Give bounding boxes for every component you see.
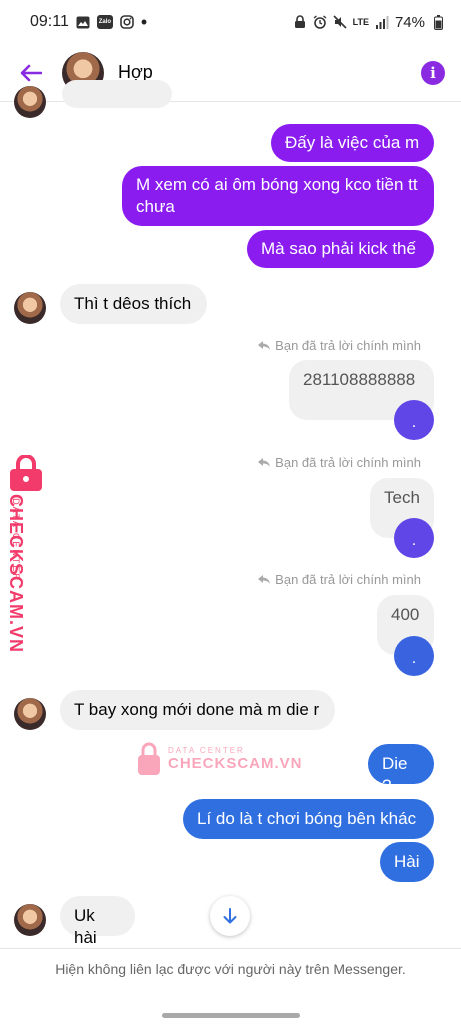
home-indicator[interactable] (162, 1013, 300, 1018)
mute-icon (333, 15, 347, 29)
reply-message[interactable]: . (394, 636, 434, 676)
contact-avatar-small (14, 86, 46, 118)
outgoing-message[interactable]: Hài (380, 842, 434, 882)
outgoing-message[interactable]: Đấy là việc của m (271, 124, 434, 162)
status-left: 09:11 Zalo • (30, 13, 147, 31)
zalo-icon: Zalo (96, 15, 113, 29)
reply-icon (258, 575, 271, 584)
reply-message[interactable]: . (394, 518, 434, 558)
unavailable-notice: Hiện không liên lạc được với người này t… (55, 961, 406, 977)
watermark-side: DATA CENTER CHECKSCAM.VN (4, 455, 48, 655)
network-type: LTE (352, 17, 369, 27)
lock-icon (293, 15, 307, 29)
outgoing-message[interactable]: M xem có ai ôm bóng xong kco tiền tt chư… (122, 166, 434, 226)
watermark-center-brand: CHECKSCAM.VN (168, 755, 303, 772)
reply-note: Bạn đã trả lời chính mình (257, 338, 421, 353)
watermark-lock-icon (138, 742, 160, 775)
info-icon: i (430, 63, 436, 82)
composer-disabled-notice: Hiện không liên lạc được với người này t… (0, 948, 461, 1024)
reply-note-text: Bạn đã trả lời chính mình (275, 572, 421, 587)
outgoing-message[interactable]: Die ? (368, 744, 434, 795)
outgoing-message[interactable]: Mà sao phải kick thế (247, 230, 434, 268)
watermark-center-text: DATA CENTER CHECKSCAM.VN (168, 746, 303, 772)
reply-note: Bạn đã trả lời chính mình (257, 572, 421, 587)
status-time: 09:11 (30, 13, 69, 30)
instagram-icon (120, 15, 134, 29)
watermark-center-sub: DATA CENTER (168, 746, 245, 755)
battery-icon (431, 14, 445, 30)
status-dot: • (140, 12, 148, 32)
contact-avatar-small (14, 904, 46, 936)
info-button[interactable]: i (421, 60, 445, 85)
watermark-brand: CHECKSCAM.VN (6, 493, 27, 654)
back-arrow-icon (20, 64, 42, 81)
reply-note-text: Bạn đã trả lời chính mình (275, 338, 421, 353)
scroll-to-bottom-button[interactable] (210, 896, 250, 936)
alarm-icon (313, 15, 327, 29)
reply-icon (258, 341, 271, 350)
status-right: LTE 74% (293, 14, 445, 31)
contact-avatar-small (14, 292, 46, 324)
outgoing-message[interactable]: Lí do là t chơi bóng bên khác (183, 799, 434, 839)
battery-percent: 74% (394, 13, 425, 31)
reply-icon (258, 458, 271, 467)
incoming-message[interactable]: T bay xong mới done mà m die r (60, 690, 335, 730)
contact-avatar-small (14, 698, 46, 730)
incoming-message[interactable]: Thì t dêos thích (60, 284, 207, 324)
reply-message[interactable]: . (394, 400, 434, 440)
reply-note: Bạn đã trả lời chính mình (257, 455, 421, 470)
incoming-message-partial[interactable] (62, 80, 172, 108)
status-bar: 09:11 Zalo • LTE 74% (0, 0, 461, 44)
signal-icon (375, 15, 389, 29)
incoming-message[interactable]: Uk hài (60, 896, 135, 947)
gallery-icon (76, 15, 90, 29)
watermark-lock-icon (10, 455, 42, 491)
watermark-center: DATA CENTER CHECKSCAM.VN (136, 742, 303, 776)
reply-note-text: Bạn đã trả lời chính mình (275, 455, 421, 470)
arrow-down-icon (223, 908, 237, 924)
back-button[interactable] (16, 58, 46, 88)
